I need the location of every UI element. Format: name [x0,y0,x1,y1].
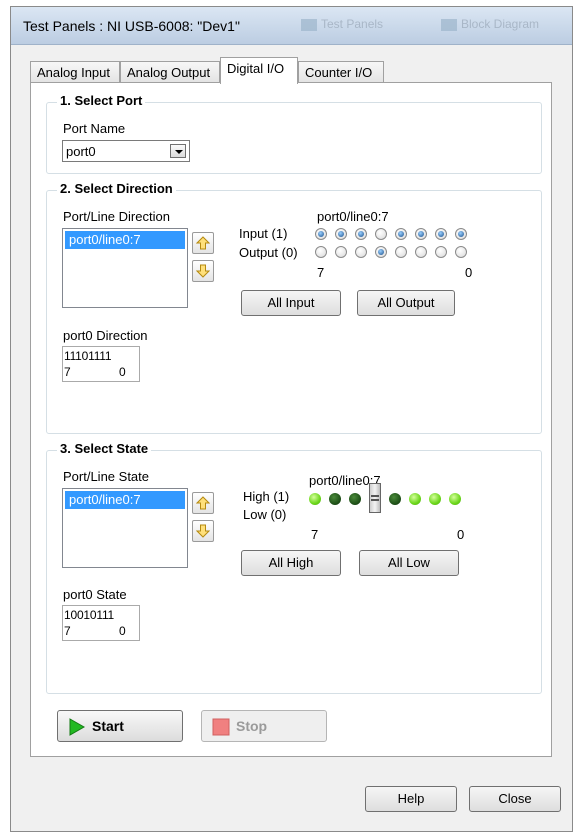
tab-counter-io[interactable]: Counter I/O [298,61,384,83]
digital-io-panel: 1. Select Port Port Name port0 2. Select… [30,82,552,757]
select-port-group: 1. Select Port Port Name port0 [46,93,542,174]
port-direction-value: 11101111 7 0 [62,346,140,382]
window-icon [301,18,317,31]
direction-listbox[interactable]: port0/line0:7 [62,228,188,308]
move-down-button[interactable] [192,520,214,542]
state-bit-low: 0 [457,527,465,542]
state-bits-low: 0 [119,624,126,638]
close-button[interactable]: Close [469,786,561,812]
state-led[interactable] [309,493,321,505]
low-label: Low (0) [243,507,287,522]
state-led[interactable] [429,493,441,505]
port-direction-label: port0 Direction [63,328,148,343]
state-led[interactable] [449,493,461,505]
move-down-button[interactable] [192,260,214,282]
chevron-down-icon[interactable] [170,144,186,158]
port-state-label: port0 State [63,587,127,602]
state-led[interactable] [389,493,401,505]
move-up-button[interactable] [192,492,214,514]
port-name-dropdown[interactable]: port0 [62,140,190,162]
group-title: 3. Select State [57,441,152,456]
output-radio[interactable] [315,246,327,258]
output-label: Output (0) [239,245,298,260]
arrow-up-icon [196,496,210,510]
state-list-label: Port/Line State [63,469,149,484]
stop-label: Stop [236,718,268,734]
tab-analog-output[interactable]: Analog Output [120,61,220,83]
state-bits-high: 7 [64,624,71,638]
state-toggle-switch[interactable] [369,483,381,513]
input-label: Input (1) [239,226,288,241]
window-icon [441,18,457,31]
input-radio[interactable] [415,228,427,240]
output-radio[interactable] [335,246,347,258]
input-radio[interactable] [435,228,447,240]
state-led[interactable] [409,493,421,505]
port-name-value: port0 [66,144,96,159]
all-input-button[interactable]: All Input [241,290,341,316]
output-radio[interactable] [355,246,367,258]
input-radio[interactable] [335,228,347,240]
move-up-button[interactable] [192,232,214,254]
group-title: 2. Select Direction [57,181,176,196]
state-bits: 10010111 [64,608,115,622]
tab-digital-io[interactable]: Digital I/O [220,57,298,84]
stop-icon [212,718,230,736]
start-label: Start [92,718,124,734]
select-direction-group: 2. Select Direction Port/Line Direction … [46,181,542,434]
state-listbox[interactable]: port0/line0:7 [62,488,188,568]
state-bit-high: 7 [311,527,319,542]
input-radio[interactable] [455,228,467,240]
input-radio[interactable] [375,228,387,240]
background-window-title: Block Diagram [441,17,539,31]
state-led[interactable] [349,493,361,505]
direction-bit-high: 7 [317,265,325,280]
list-item[interactable]: port0/line0:7 [65,231,185,249]
group-title: 1. Select Port [57,93,146,108]
help-button[interactable]: Help [365,786,457,812]
output-radio[interactable] [415,246,427,258]
arrow-down-icon [196,524,210,538]
select-state-group: 3. Select State Port/Line State port0/li… [46,441,542,694]
port-state-value: 10010111 7 0 [62,605,140,641]
stop-button[interactable]: Stop [201,710,327,742]
background-window-title: Test Panels [301,17,383,31]
list-item[interactable]: port0/line0:7 [65,491,185,509]
input-radio[interactable] [395,228,407,240]
all-high-button[interactable]: All High [241,550,341,576]
state-led[interactable] [329,493,341,505]
all-output-button[interactable]: All Output [357,290,455,316]
output-radio[interactable] [395,246,407,258]
output-radio[interactable] [435,246,447,258]
high-label: High (1) [243,489,290,504]
direction-lines-label: port0/line0:7 [317,209,389,224]
arrow-down-icon [196,264,210,278]
direction-bits-high: 7 [64,365,71,379]
direction-bit-low: 0 [465,265,473,280]
direction-list-label: Port/Line Direction [63,209,170,224]
output-radio[interactable] [455,246,467,258]
start-button[interactable]: Start [57,710,183,742]
tab-analog-input[interactable]: Analog Input [30,61,120,83]
title-bar: Test Panels : NI USB-6008: "Dev1" Test P… [11,7,572,45]
direction-bits-low: 0 [119,365,126,379]
all-low-button[interactable]: All Low [359,550,459,576]
output-radio[interactable] [375,246,387,258]
input-radio[interactable] [355,228,367,240]
input-radio[interactable] [315,228,327,240]
direction-bits: 11101111 [64,349,112,363]
arrow-up-icon [196,236,210,250]
play-icon [69,718,86,736]
port-name-label: Port Name [63,121,126,136]
window-title: Test Panels : NI USB-6008: "Dev1" [23,18,240,34]
